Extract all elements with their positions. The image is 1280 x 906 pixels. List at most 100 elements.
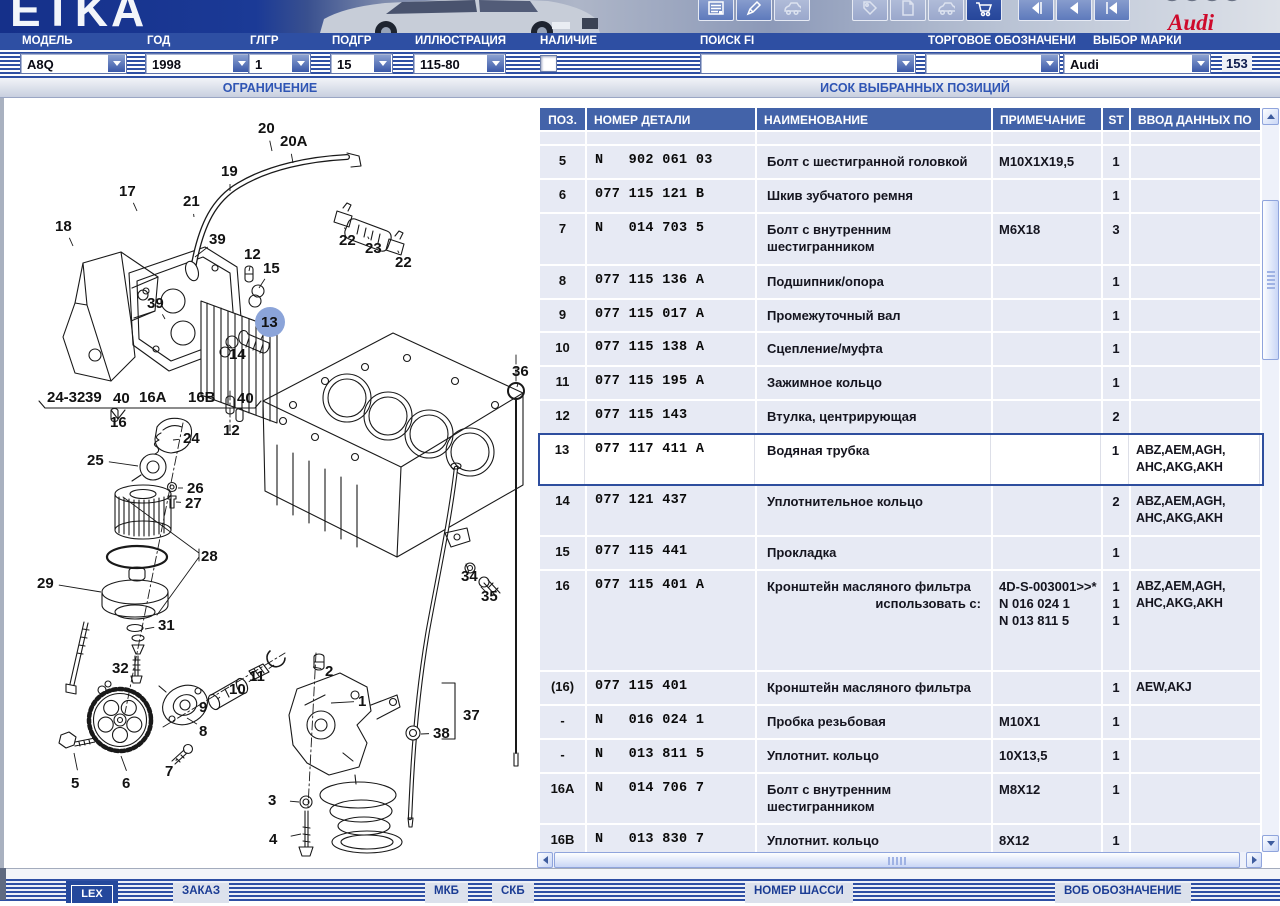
part-label-16A[interactable]: 16A xyxy=(139,389,167,406)
scroll-right-button[interactable] xyxy=(1246,852,1262,868)
part-label-24-32[interactable]: 24-32 xyxy=(47,389,85,406)
part-label-14[interactable]: 14 xyxy=(229,346,246,363)
part-label-9[interactable]: 9 xyxy=(199,699,207,716)
column-header-codes[interactable]: ВВОД ДАННЫХ ПО xyxy=(1131,108,1260,130)
part-label-12[interactable]: 12 xyxy=(244,246,261,263)
table-row[interactable] xyxy=(540,132,1262,144)
part-label-29[interactable]: 29 xyxy=(37,575,54,592)
table-row[interactable]: 15077 115 441Прокладка1 xyxy=(540,537,1262,569)
part-label-4[interactable]: 4 xyxy=(269,831,278,848)
part-label-20A[interactable]: 20A xyxy=(280,133,308,150)
column-header-pos[interactable]: ПОЗ. xyxy=(540,108,585,130)
vertical-scroll-thumb[interactable] xyxy=(1262,200,1279,360)
part-label-3[interactable]: 3 xyxy=(268,792,276,809)
table-vertical-scrollbar[interactable] xyxy=(1262,108,1279,852)
column-header-part[interactable]: НОМЕР ДЕТАЛИ xyxy=(587,108,755,130)
part-label-5[interactable]: 5 xyxy=(71,775,79,792)
part-label-31[interactable]: 31 xyxy=(158,617,175,634)
part-label-19[interactable]: 19 xyxy=(221,163,238,180)
car-button[interactable] xyxy=(774,0,810,21)
table-row[interactable]: 7N 014 703 5Болт с внутреннимшестигранни… xyxy=(540,214,1262,264)
part-label-28[interactable]: 28 xyxy=(201,548,218,565)
table-row-selected[interactable]: 13077 117 411 AВодяная трубка1ABZ,AEM,AG… xyxy=(540,435,1262,484)
dropdown-arrow-icon[interactable] xyxy=(107,55,125,72)
part-label-15[interactable]: 15 xyxy=(263,260,280,277)
dropdown-подгр[interactable]: 15 xyxy=(330,53,393,74)
part-label-16[interactable]: 16 xyxy=(110,414,127,431)
dropdown-arrow-icon[interactable] xyxy=(373,55,391,72)
part-label-7[interactable]: 7 xyxy=(165,763,173,780)
part-label-24[interactable]: 24 xyxy=(183,430,200,447)
part-label-27[interactable]: 27 xyxy=(185,495,202,512)
parts-diagram[interactable]: 2020A191721183912151314392223223624-3239… xyxy=(25,105,530,863)
dropdown-модель[interactable]: A8Q xyxy=(20,53,127,74)
part-label-22[interactable]: 22 xyxy=(395,254,412,271)
scroll-down-button[interactable] xyxy=(1262,835,1279,852)
dropdown-arrow-icon[interactable] xyxy=(291,55,309,72)
document-button[interactable] xyxy=(890,0,926,21)
table-horizontal-scrollbar[interactable] xyxy=(537,852,1262,868)
dropdown-arrow-icon[interactable] xyxy=(1040,55,1058,72)
pencil-button[interactable] xyxy=(736,0,772,21)
part-label-17[interactable]: 17 xyxy=(119,183,136,200)
part-label-36[interactable]: 36 xyxy=(512,363,529,380)
part-label-40[interactable]: 40 xyxy=(237,390,254,407)
part-label-32[interactable]: 32 xyxy=(112,660,129,677)
dropdown-год[interactable]: 1998 xyxy=(145,53,252,74)
nav-back-button[interactable] xyxy=(1018,0,1054,21)
part-label-25[interactable]: 25 xyxy=(87,452,104,469)
cart-button[interactable] xyxy=(966,0,1002,21)
dropdown-arrow-icon[interactable] xyxy=(486,55,504,72)
part-label-23[interactable]: 23 xyxy=(365,240,382,257)
column-header-name[interactable]: НАИМЕНОВАНИЕ xyxy=(757,108,991,130)
scroll-up-button[interactable] xyxy=(1262,108,1279,125)
availability-checkbox[interactable] xyxy=(540,55,557,72)
part-label-22[interactable]: 22 xyxy=(339,232,356,249)
dropdown-иллюстрация[interactable]: 115-80 xyxy=(413,53,506,74)
part-label-34[interactable]: 34 xyxy=(461,568,478,585)
part-label-21[interactable]: 21 xyxy=(183,193,200,210)
part-label-18[interactable]: 18 xyxy=(55,218,72,235)
part-label-40[interactable]: 40 xyxy=(113,390,130,407)
dropdown-поиск fi[interactable] xyxy=(700,53,916,74)
part-label-39[interactable]: 39 xyxy=(209,231,226,248)
part-label-6[interactable]: 6 xyxy=(122,775,130,792)
table-row[interactable]: 14077 121 437Уплотнительное кольцо2ABZ,A… xyxy=(540,486,1262,535)
part-label-8[interactable]: 8 xyxy=(199,723,207,740)
table-row[interactable]: 6077 115 121 BШкив зубчатого ремня1 xyxy=(540,180,1262,212)
nav-first-button[interactable] xyxy=(1094,0,1130,21)
part-label-11[interactable]: 11 xyxy=(249,668,265,685)
part-label-13[interactable]: 13 xyxy=(261,314,278,331)
table-row[interactable]: -N 013 811 5Уплотнит. кольцо10X13,51 xyxy=(540,740,1262,772)
table-row[interactable]: 11077 115 195 AЗажимное кольцо1 xyxy=(540,367,1262,399)
table-row[interactable]: 12077 115 143Втулка, центрирующая2 xyxy=(540,401,1262,433)
dropdown-arrow-icon[interactable] xyxy=(896,55,914,72)
nav-previous-button[interactable] xyxy=(1056,0,1092,21)
part-label-35[interactable]: 35 xyxy=(481,588,498,605)
dropdown-глгр[interactable]: 1 xyxy=(248,53,311,74)
dropdown-выбор марки[interactable]: Audi xyxy=(1063,53,1211,74)
table-row[interactable]: 16AN 014 706 7Болт с внутреннимшестигран… xyxy=(540,774,1262,823)
scroll-left-button[interactable] xyxy=(537,852,553,868)
part-label-38[interactable]: 38 xyxy=(433,725,450,742)
column-header-qty[interactable]: ST xyxy=(1103,108,1129,130)
table-row[interactable]: 9077 115 017 AПромежуточный вал1 xyxy=(540,300,1262,331)
list-document-button[interactable] xyxy=(698,0,734,21)
part-label-37[interactable]: 37 xyxy=(463,707,480,724)
part-label-1[interactable]: 1 xyxy=(358,693,366,710)
table-row[interactable]: 8077 115 136 AПодшипник/опора1 xyxy=(540,266,1262,298)
car-button[interactable] xyxy=(928,0,964,21)
part-label-20[interactable]: 20 xyxy=(258,120,275,137)
part-label-10[interactable]: 10 xyxy=(229,681,246,698)
table-row[interactable]: -N 016 024 1Пробка резьбоваяM10X11 xyxy=(540,706,1262,738)
part-label-12[interactable]: 12 xyxy=(223,422,240,439)
part-label-39[interactable]: 39 xyxy=(85,389,102,406)
table-row[interactable]: 5N 902 061 03Болт с шестигранной головко… xyxy=(540,146,1262,178)
part-label-39[interactable]: 39 xyxy=(147,295,164,312)
part-label-2[interactable]: 2 xyxy=(325,663,333,680)
tag-button[interactable] xyxy=(852,0,888,21)
table-row[interactable]: 10077 115 138 AСцепление/муфта1 xyxy=(540,333,1262,365)
table-row[interactable]: 16BN 013 830 7Уплотнит. кольцо8X121 xyxy=(540,825,1262,852)
horizontal-scroll-thumb[interactable] xyxy=(554,852,1240,868)
dropdown-торговое обозначени[interactable] xyxy=(925,53,1060,74)
